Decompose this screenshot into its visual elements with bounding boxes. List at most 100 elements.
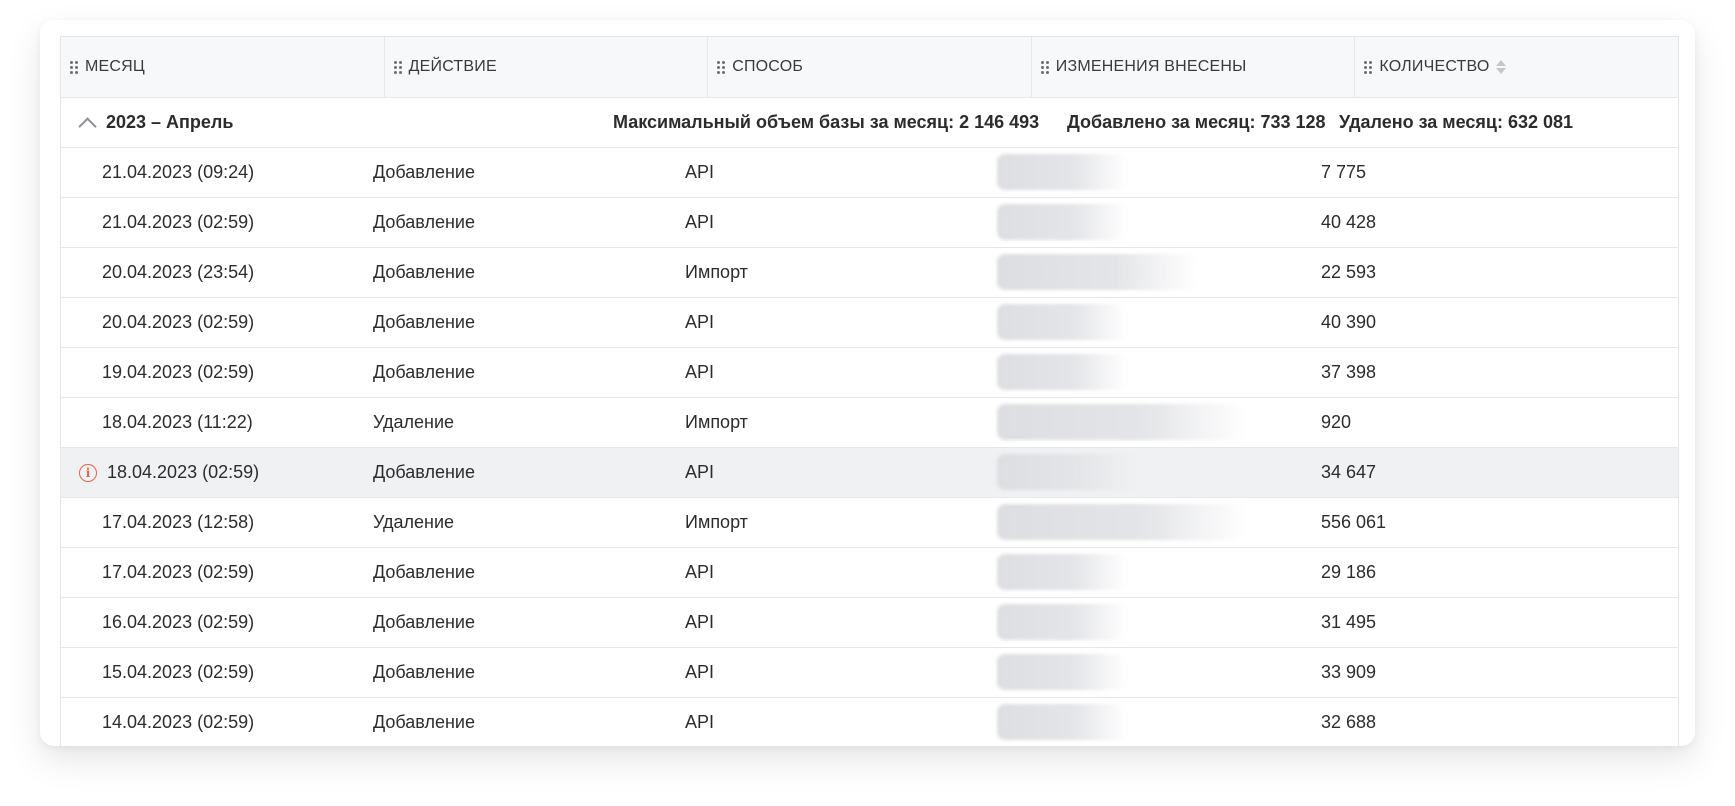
column-header-action[interactable]: ДЕЙСТВИЕ <box>385 37 709 97</box>
redacted-user <box>997 604 1127 640</box>
cell-action: Добавление <box>373 362 475 382</box>
cell-changed-by <box>997 348 1333 397</box>
column-header-quantity[interactable]: КОЛИЧЕСТВО <box>1355 37 1678 97</box>
cell-quantity: 40 428 <box>1321 212 1377 232</box>
cell-date: 21.04.2023 (02:59) <box>102 212 255 232</box>
cell-quantity: 34 647 <box>1321 462 1377 482</box>
redacted-user <box>997 304 1127 340</box>
cell-changed-by <box>997 448 1333 497</box>
redacted-user <box>997 154 1127 190</box>
cell-date: 20.04.2023 (23:54) <box>102 262 255 282</box>
table-row[interactable]: 16.04.2023 (02:59) Добавление API 31 495 <box>61 598 1678 648</box>
table-row[interactable]: 20.04.2023 (23:54) Добавление Импорт 22 … <box>61 248 1678 298</box>
cell-action: Добавление <box>373 212 475 232</box>
column-header-label: ИЗМЕНЕНИЯ ВНЕСЕНЫ <box>1055 58 1247 75</box>
drag-handle-icon[interactable] <box>717 60 726 74</box>
cell-action: Добавление <box>373 462 475 482</box>
cell-action: Добавление <box>373 612 475 632</box>
cell-method: API <box>685 562 715 582</box>
cell-quantity: 37 398 <box>1321 362 1377 382</box>
drag-handle-icon[interactable] <box>1040 60 1049 74</box>
cell-date: 16.04.2023 (02:59) <box>102 612 255 632</box>
group-deleted: Удалено за месяц: 632 081 <box>1339 112 1574 132</box>
cell-changed-by <box>997 198 1333 247</box>
redacted-user <box>997 354 1127 390</box>
sort-icon[interactable] <box>1495 60 1506 74</box>
table-row[interactable]: 14.04.2023 (02:59) Добавление API 32 688 <box>61 698 1678 746</box>
cell-method: API <box>685 362 715 382</box>
group-title-label: 2023 – Апрель <box>106 112 234 132</box>
table-row[interactable]: 19.04.2023 (02:59) Добавление API 37 398 <box>61 348 1678 398</box>
cell-quantity: 7 775 <box>1321 162 1367 182</box>
redacted-user <box>997 554 1127 590</box>
column-header-label: ДЕЙСТВИЕ <box>408 58 497 75</box>
cell-action: Добавление <box>373 162 475 182</box>
cell-date: 21.04.2023 (09:24) <box>102 162 255 182</box>
cell-date: 18.04.2023 (11:22) <box>102 412 253 432</box>
cell-changed-by <box>997 248 1333 297</box>
redacted-user <box>997 254 1197 290</box>
cell-action: Добавление <box>373 562 475 582</box>
cell-changed-by <box>997 498 1333 547</box>
table-row[interactable]: 21.04.2023 (09:24) Добавление API 7 775 <box>61 148 1678 198</box>
cell-changed-by <box>997 598 1333 647</box>
cell-method: API <box>685 612 715 632</box>
group-max-volume: Максимальный объем базы за месяц: 2 146 … <box>613 112 1040 132</box>
cell-quantity: 29 186 <box>1321 562 1377 582</box>
redacted-user <box>997 704 1127 740</box>
drag-handle-icon[interactable] <box>70 60 78 74</box>
column-header-month[interactable]: МЕСЯЦ <box>61 37 385 97</box>
cell-method: Импорт <box>685 512 748 532</box>
column-header-method[interactable]: СПОСОБ <box>708 37 1032 97</box>
cell-date: 20.04.2023 (02:59) <box>102 312 255 332</box>
cell-date: 17.04.2023 (12:58) <box>102 512 255 532</box>
cell-date: 19.04.2023 (02:59) <box>102 362 255 382</box>
table-row[interactable]: 17.04.2023 (12:58) Удаление Импорт 556 0… <box>61 498 1678 548</box>
group-row-month[interactable]: 2023 – Апрель Максимальный объем базы за… <box>61 98 1678 148</box>
redacted-user <box>997 504 1247 540</box>
column-header-label: КОЛИЧЕСТВО <box>1379 58 1490 75</box>
table-row[interactable]: 20.04.2023 (02:59) Добавление API 40 390 <box>61 298 1678 348</box>
cell-action: Удаление <box>373 412 455 432</box>
cell-method: API <box>685 162 715 182</box>
table-header: МЕСЯЦ ДЕЙСТВИЕ СПОСОБ ИЗМЕНЕНИЯ ВНЕСЕНЫ … <box>61 37 1678 98</box>
cell-method: Импорт <box>685 262 748 282</box>
cell-quantity: 33 909 <box>1321 662 1377 682</box>
cell-method: API <box>685 212 715 232</box>
cell-method: Импорт <box>685 412 748 432</box>
cell-action: Добавление <box>373 662 475 682</box>
table-row[interactable]: 17.04.2023 (02:59) Добавление API 29 186 <box>61 548 1678 598</box>
drag-handle-icon[interactable] <box>1364 60 1373 74</box>
drag-handle-icon[interactable] <box>393 60 402 74</box>
redacted-user <box>997 654 1127 690</box>
group-added: Добавлено за месяц: 733 128 <box>1067 112 1326 132</box>
report-card: МЕСЯЦ ДЕЙСТВИЕ СПОСОБ ИЗМЕНЕНИЯ ВНЕСЕНЫ … <box>40 20 1695 746</box>
table-row[interactable]: 21.04.2023 (02:59) Добавление API 40 428 <box>61 198 1678 248</box>
cell-date: 17.04.2023 (02:59) <box>102 562 255 582</box>
chevron-up-icon[interactable] <box>78 117 97 136</box>
cell-changed-by <box>997 298 1333 347</box>
group-title[interactable]: 2023 – Апрель <box>78 98 234 147</box>
cell-quantity: 556 061 <box>1321 512 1387 532</box>
cell-changed-by <box>997 148 1333 197</box>
column-header-changed-by[interactable]: ИЗМЕНЕНИЯ ВНЕСЕНЫ <box>1032 37 1356 97</box>
redacted-user <box>997 404 1247 440</box>
table-row[interactable]: 15.04.2023 (02:59) Добавление API 33 909 <box>61 648 1678 698</box>
cell-changed-by <box>997 648 1333 697</box>
cell-method: API <box>685 712 715 732</box>
cell-date: 14.04.2023 (02:59) <box>102 712 255 732</box>
redacted-user <box>997 204 1127 240</box>
column-header-label: МЕСЯЦ <box>85 58 145 75</box>
cell-action: Добавление <box>373 712 475 732</box>
cell-changed-by <box>997 548 1333 597</box>
info-circle-icon[interactable]: i <box>79 463 97 482</box>
table-row[interactable]: 18.04.2023 (11:22) Удаление Импорт 920 <box>61 398 1678 448</box>
cell-method: API <box>685 462 715 482</box>
cell-action: Удаление <box>373 512 455 532</box>
cell-changed-by <box>997 398 1333 447</box>
cell-quantity: 40 390 <box>1321 312 1377 332</box>
cell-method: API <box>685 662 715 682</box>
cell-date-text: 18.04.2023 (02:59) <box>107 462 260 482</box>
cell-quantity: 22 593 <box>1321 262 1377 282</box>
table-row-highlighted[interactable]: i 18.04.2023 (02:59) Добавление API 34 6… <box>61 448 1678 498</box>
